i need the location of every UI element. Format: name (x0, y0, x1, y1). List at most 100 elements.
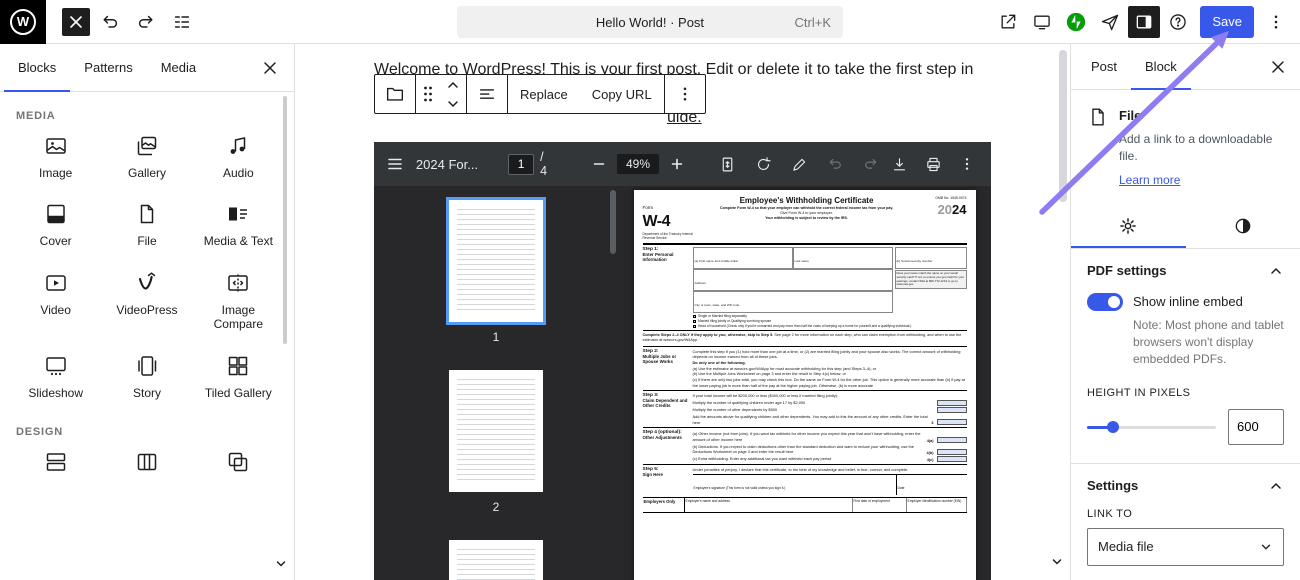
editor-topbar: W Hello World! · Post Ctrl+K (0, 0, 1300, 44)
tab-blocks[interactable]: Blocks (4, 44, 70, 92)
more-vertical-icon (959, 156, 975, 172)
block-item-cover[interactable]: Cover (10, 202, 101, 248)
settings-sidebar-toggle[interactable] (1128, 6, 1160, 38)
w4-amount-field (937, 449, 967, 455)
zoom-out-button[interactable] (585, 150, 613, 178)
close-sidebar-button[interactable] (1266, 55, 1290, 79)
pdf-more-button[interactable] (953, 150, 981, 178)
align-button[interactable] (467, 75, 507, 113)
block-item-media-text[interactable]: Media & Text (193, 202, 284, 248)
thumbnail-scrollbar[interactable] (610, 190, 616, 254)
learn-more-link[interactable]: Learn more (1119, 173, 1180, 187)
height-input[interactable] (1228, 409, 1284, 445)
link-to-select[interactable]: Media file (1087, 528, 1284, 566)
tab-patterns[interactable]: Patterns (70, 44, 146, 92)
command-center[interactable]: Hello World! · Post Ctrl+K (457, 6, 843, 38)
document-overview-button[interactable] (166, 6, 198, 38)
drag-dots-icon (422, 85, 434, 103)
block-item-video[interactable]: Video (10, 271, 101, 332)
wordpress-logo[interactable]: W (0, 0, 46, 44)
preview-button[interactable] (1026, 6, 1058, 38)
tab-block[interactable]: Block (1131, 44, 1191, 90)
block-item-design-1[interactable] (10, 450, 101, 474)
block-item-design-2[interactable] (101, 450, 192, 474)
tab-settings[interactable] (1071, 205, 1186, 248)
move-up-button[interactable] (440, 75, 466, 94)
inserter-scrollbar[interactable] (283, 96, 287, 344)
block-item-audio[interactable]: Audio (193, 134, 284, 180)
redo-button[interactable] (130, 6, 162, 38)
chevron-up-icon[interactable] (1268, 478, 1284, 494)
document-title: Hello World! · Post (596, 15, 704, 30)
jetpack-button[interactable] (1060, 6, 1092, 38)
options-menu-button[interactable] (1260, 6, 1292, 38)
height-label: HEIGHT IN PIXELS (1087, 387, 1284, 399)
download-button[interactable] (885, 150, 913, 178)
view-post-button[interactable] (992, 6, 1024, 38)
undo-button[interactable] (94, 6, 126, 38)
block-item-file[interactable]: File (101, 202, 192, 248)
paper-plane-icon (1100, 12, 1120, 32)
hamburger-icon (386, 155, 404, 173)
pdf-menu-button[interactable] (384, 150, 406, 178)
move-down-button[interactable] (440, 94, 466, 113)
toggle-block-inserter-button[interactable] (62, 8, 90, 36)
pdf-tools (713, 150, 885, 178)
annotate-button[interactable] (785, 150, 813, 178)
align-icon (476, 83, 498, 105)
show-inline-embed-toggle[interactable] (1087, 293, 1123, 311)
block-label: File (137, 234, 156, 248)
block-item-design-3[interactable] (193, 450, 284, 474)
block-item-slideshow[interactable]: Slideshow (10, 354, 101, 400)
thumbnail-page-3[interactable] (449, 540, 543, 580)
copy-url-button[interactable]: Copy URL (580, 75, 664, 113)
replace-button[interactable]: Replace (508, 75, 580, 113)
page-number-input[interactable] (508, 154, 534, 175)
link-to-value: Media file (1098, 539, 1154, 554)
w4-amount-field (937, 400, 967, 406)
drag-handle[interactable] (416, 75, 440, 113)
block-item-story[interactable]: Story (101, 354, 192, 400)
block-item-tiled-gallery[interactable]: Tiled Gallery (193, 354, 284, 400)
download-icon (891, 156, 908, 173)
help-button[interactable] (1162, 6, 1194, 38)
tab-media[interactable]: Media (147, 44, 210, 92)
block-item-gallery[interactable]: Gallery (101, 134, 192, 180)
rotate-icon (755, 156, 772, 173)
tab-styles[interactable] (1186, 205, 1300, 248)
slider-thumb[interactable] (1107, 421, 1119, 433)
rotate-button[interactable] (749, 150, 777, 178)
thumbnail-page-2[interactable] (449, 370, 543, 492)
file-block-type-button[interactable] (375, 75, 415, 113)
w4-title: Employee's Withholding Certificate (701, 196, 913, 205)
canvas-scroll-down-icon[interactable] (1050, 555, 1064, 574)
height-slider[interactable] (1087, 419, 1216, 435)
zoom-controls: 49% (585, 150, 691, 178)
link-to-label: LINK TO (1087, 508, 1284, 520)
fit-page-button[interactable] (713, 150, 741, 178)
chevron-down-icon (1259, 540, 1273, 554)
pdf-redo-button[interactable] (857, 150, 885, 178)
block-options-button[interactable] (665, 75, 705, 113)
publish-flow-button[interactable] (1094, 6, 1126, 38)
chevron-up-icon[interactable] (1268, 263, 1284, 279)
print-button[interactable] (919, 150, 947, 178)
inspector-view-tabs (1071, 205, 1300, 249)
w4-form-word: Form (643, 205, 654, 210)
block-item-image-compare[interactable]: Image Compare (193, 271, 284, 332)
fit-page-icon (719, 156, 736, 173)
block-label: VideoPress (116, 303, 177, 317)
pdf-undo-button[interactable] (821, 150, 849, 178)
block-item-videopress[interactable]: VideoPress (101, 271, 192, 332)
zoom-in-button[interactable] (663, 150, 691, 178)
thumbnail-page-1[interactable] (449, 200, 543, 322)
tab-post[interactable]: Post (1077, 44, 1131, 90)
external-link-icon (998, 12, 1018, 32)
file-icon (135, 202, 159, 226)
inserter-scroll-down-icon[interactable] (274, 557, 288, 576)
canvas-scrollbar[interactable] (1059, 50, 1067, 202)
save-button[interactable]: Save (1200, 6, 1254, 38)
close-inserter-button[interactable] (258, 56, 282, 80)
zoom-level[interactable]: 49% (617, 154, 659, 174)
block-item-image[interactable]: Image (10, 134, 101, 180)
